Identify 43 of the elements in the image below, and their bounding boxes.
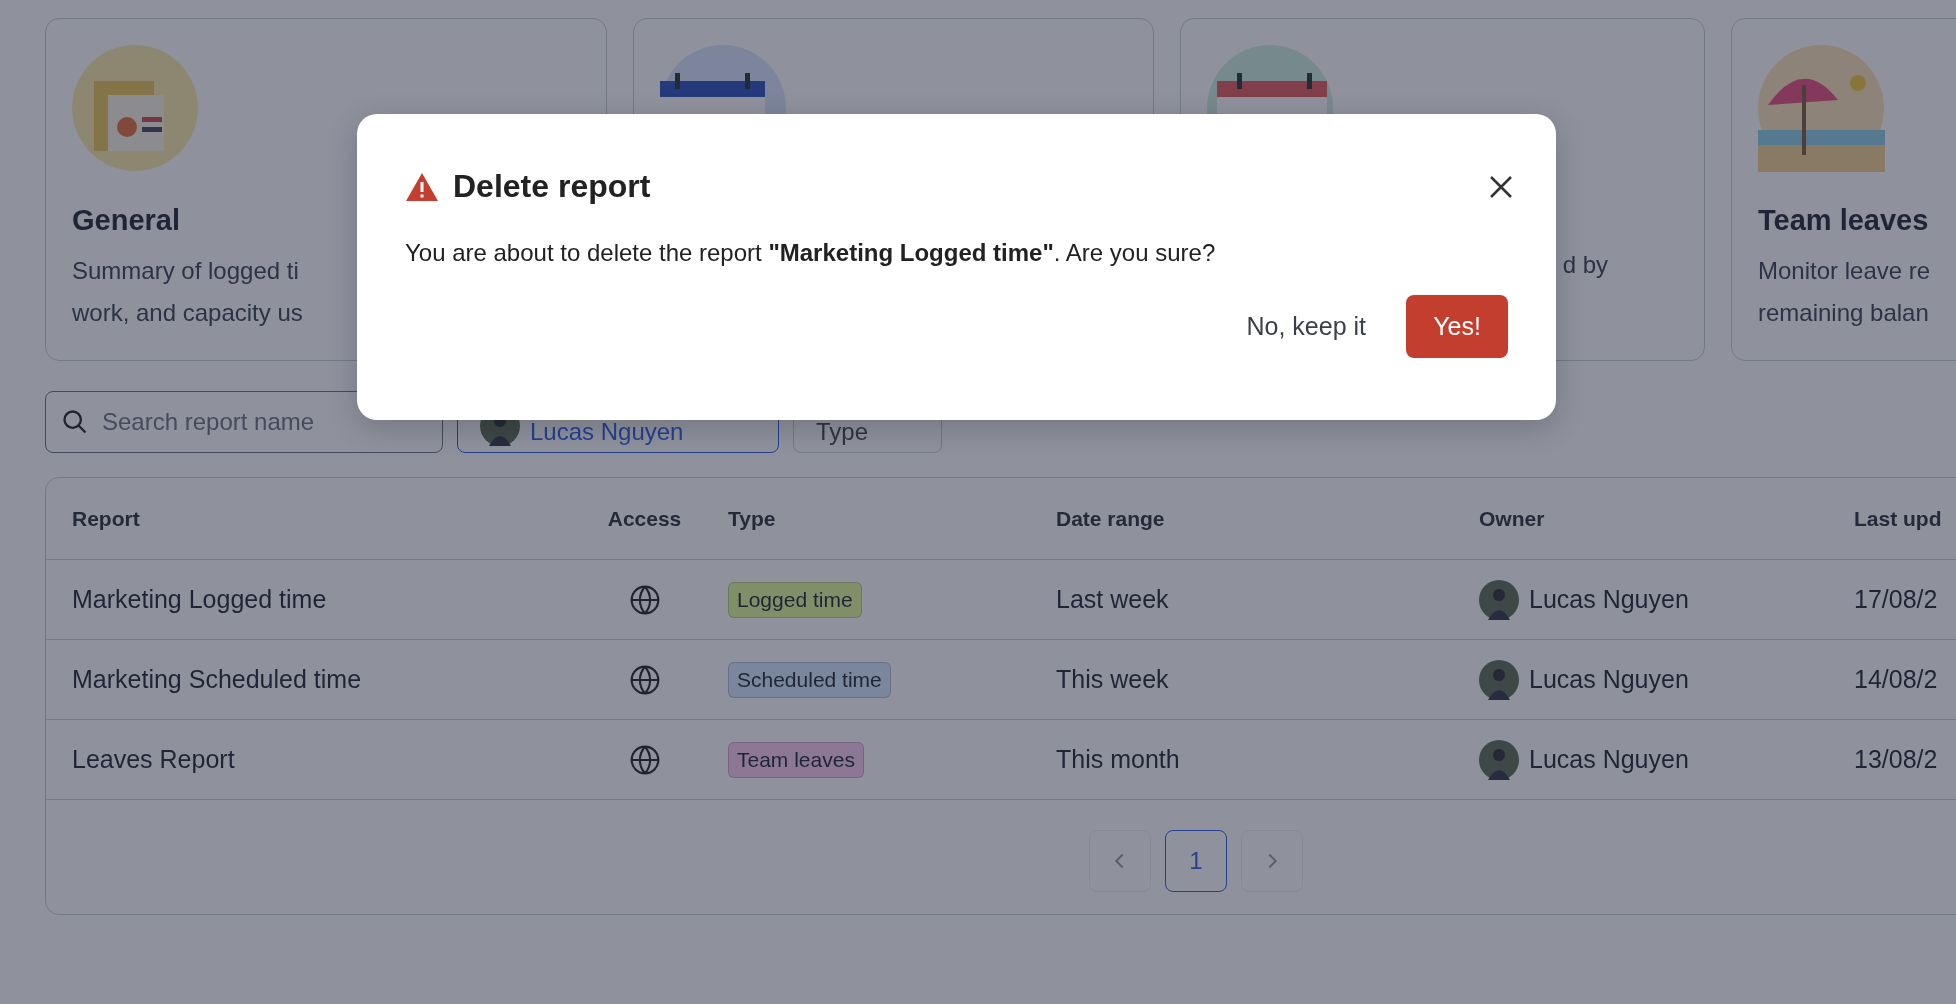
report-icon bbox=[72, 45, 199, 172]
avatar bbox=[1479, 739, 1519, 780]
column-header: Owner bbox=[1479, 506, 1546, 531]
table-cell: Lucas Nguyen bbox=[1529, 585, 1689, 614]
globe-icon bbox=[628, 743, 661, 776]
column-header: Type bbox=[728, 506, 777, 531]
confirm-button[interactable]: Yes! bbox=[1406, 295, 1508, 358]
column-header: Last upd bbox=[1854, 506, 1943, 531]
table-cell-text: This month bbox=[1056, 745, 1181, 774]
type-tag: Team leaves bbox=[728, 741, 864, 778]
search-field[interactable]: Search report name bbox=[45, 391, 443, 453]
column-header: Report bbox=[72, 506, 141, 531]
table-cell-text: 14/08/2 bbox=[1854, 665, 1939, 694]
card-description: Summary of logged ti bbox=[72, 256, 299, 286]
search-icon bbox=[61, 408, 89, 436]
card-title: General bbox=[72, 203, 180, 238]
cancel-button[interactable]: No, keep it bbox=[1232, 298, 1380, 355]
globe-icon bbox=[628, 583, 661, 616]
table-cell-text: Leaves Report bbox=[72, 745, 236, 774]
card-description: work, and capacity us bbox=[72, 298, 303, 328]
table-cell-text: Marketing Logged time bbox=[72, 585, 328, 614]
type-tag: Scheduled time bbox=[728, 661, 891, 698]
avatar bbox=[1479, 579, 1519, 620]
table-cell-text: Last week bbox=[1056, 585, 1170, 614]
card-description: d by bbox=[1562, 250, 1608, 280]
table-cell-text: 13/08/2 bbox=[1854, 745, 1939, 774]
beach-umbrella-icon bbox=[1758, 45, 1885, 172]
table-cell: Lucas Nguyen bbox=[1529, 745, 1689, 774]
report-card[interactable]: Team leaves Monitor leave re remaining balan bbox=[1731, 18, 1956, 361]
table-cell-text: 17/08/2 bbox=[1854, 585, 1939, 614]
page-button[interactable]: 1 bbox=[1165, 830, 1227, 892]
column-header: Date range bbox=[1056, 506, 1166, 531]
card-description: Monitor leave re bbox=[1758, 256, 1931, 286]
avatar bbox=[1479, 659, 1519, 700]
column-header: Access bbox=[606, 506, 683, 531]
globe-icon bbox=[628, 663, 661, 696]
table-cell: Lucas Nguyen bbox=[1529, 665, 1689, 694]
table-cell-text: Marketing Scheduled time bbox=[72, 665, 363, 694]
warning-icon bbox=[405, 171, 439, 202]
table-cell-text: This week bbox=[1056, 665, 1170, 694]
card-title: Team leaves bbox=[1758, 203, 1929, 238]
card-description: remaining balan bbox=[1758, 298, 1929, 328]
type-tag: Logged time bbox=[728, 581, 862, 618]
